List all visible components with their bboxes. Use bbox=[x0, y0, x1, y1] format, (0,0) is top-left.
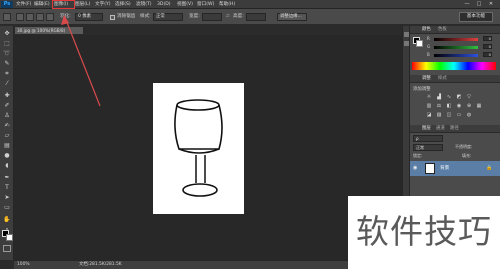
layer-thumbnail bbox=[425, 163, 435, 174]
tab-paths[interactable]: 路径 bbox=[450, 125, 459, 133]
layer-name[interactable]: 背景 bbox=[440, 165, 449, 171]
photo-filter-icon[interactable]: ◉ bbox=[456, 103, 462, 109]
tab-adjustments[interactable]: 调整 bbox=[422, 75, 431, 83]
tab-swatches[interactable]: 色板 bbox=[438, 26, 447, 34]
channel-g-label: G bbox=[427, 44, 431, 49]
layers-panel-header: 图层 通道 路径 bbox=[410, 125, 500, 133]
value-b[interactable]: 0 bbox=[483, 52, 492, 57]
hue-sat-icon[interactable]: ▥ bbox=[426, 103, 432, 109]
opacity-label: 不透明度: bbox=[455, 144, 473, 149]
invert-icon[interactable]: ◪ bbox=[426, 112, 432, 118]
channel-mixer-icon[interactable]: ⊕ bbox=[466, 103, 472, 109]
gradient-map-icon[interactable]: ▭ bbox=[456, 112, 462, 118]
tab-layers[interactable]: 图层 bbox=[422, 125, 431, 133]
exposure-icon[interactable]: ◩ bbox=[456, 94, 462, 100]
tab-channels[interactable]: 通道 bbox=[436, 125, 445, 133]
selective-color-icon[interactable]: ◍ bbox=[466, 112, 472, 118]
color-spectrum-bar[interactable] bbox=[412, 62, 496, 70]
value-g[interactable]: 0 bbox=[483, 44, 492, 49]
slider-g[interactable] bbox=[434, 46, 478, 49]
levels-icon[interactable]: ▟ bbox=[436, 94, 442, 100]
lock-label: 锁定: bbox=[413, 153, 423, 158]
watermark-text: 软件技巧 bbox=[356, 212, 492, 251]
slider-r[interactable] bbox=[434, 38, 478, 41]
zoom-level[interactable]: 100% bbox=[17, 261, 30, 269]
tab-styles[interactable]: 样式 bbox=[438, 75, 447, 83]
blend-mode-select[interactable]: 正常 bbox=[413, 144, 443, 151]
curves-icon[interactable]: ∿ bbox=[446, 94, 452, 100]
eye-icon[interactable]: ◉ bbox=[413, 165, 417, 171]
lock-icon: 🔒 bbox=[486, 165, 493, 171]
status-bar: 100% 文档:281.5K/281.5K bbox=[14, 260, 402, 269]
document-size: 文档:281.5K/281.5K bbox=[79, 262, 122, 267]
tab-color[interactable]: 颜色 bbox=[422, 26, 431, 34]
layer-filter-select[interactable]: ρ bbox=[413, 135, 443, 142]
brightness-icon[interactable]: ☼ bbox=[426, 94, 432, 100]
color-balance-icon[interactable]: ⚖ bbox=[436, 103, 442, 109]
add-adjustment-title: 添加调整 bbox=[413, 87, 431, 92]
vibrance-icon[interactable]: ▽ bbox=[466, 94, 472, 100]
properties-icon[interactable] bbox=[404, 41, 409, 46]
bw-icon[interactable]: ◧ bbox=[446, 103, 452, 109]
channel-r-label: R bbox=[427, 36, 430, 41]
slider-b[interactable] bbox=[434, 54, 478, 57]
channel-b-label: B bbox=[427, 52, 430, 57]
color-bg-swatch[interactable] bbox=[416, 40, 423, 47]
color-panel-header: 颜色 色板 bbox=[410, 26, 500, 34]
adjustments-panel-header: 调整 样式 bbox=[410, 75, 500, 83]
fill-label: 填充: bbox=[462, 153, 472, 158]
color-lookup-icon[interactable]: ▦ bbox=[476, 103, 482, 109]
posterize-icon[interactable]: ▨ bbox=[436, 112, 442, 118]
history-icon[interactable] bbox=[404, 32, 409, 37]
value-r[interactable]: 0 bbox=[483, 36, 492, 41]
threshold-icon[interactable]: ◫ bbox=[446, 112, 452, 118]
